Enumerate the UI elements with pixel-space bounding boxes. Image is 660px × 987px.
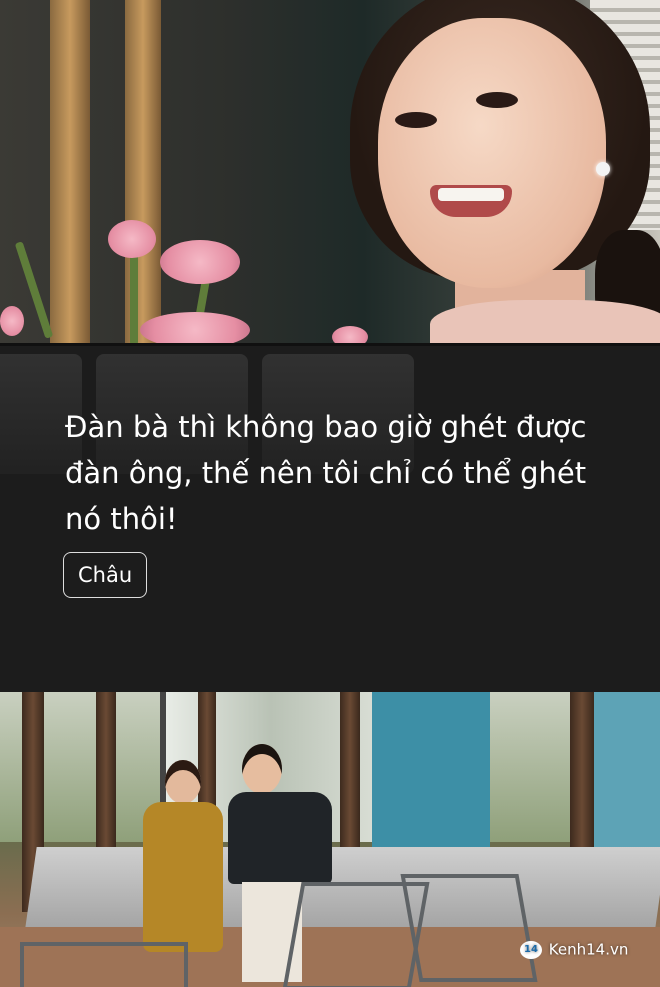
pink-flower	[140, 312, 250, 345]
eye	[395, 112, 437, 128]
site-watermark: 14 Kenh14.vn	[520, 939, 628, 960]
woman-seated	[143, 760, 223, 960]
top-photo	[0, 0, 660, 345]
pink-flower	[160, 240, 240, 284]
woman-face	[378, 18, 606, 288]
quote-card: Đàn bà thì không bao giờ ghét được đàn ô…	[0, 343, 660, 696]
chair	[400, 874, 538, 982]
earring	[596, 162, 610, 176]
speaker-tag: Châu	[63, 552, 148, 598]
blue-container	[592, 692, 660, 862]
kenh14-logo-icon: 14	[520, 940, 542, 959]
pink-flower	[108, 220, 156, 258]
wooden-pillar	[50, 0, 90, 345]
blue-container	[372, 692, 490, 860]
smile	[430, 185, 512, 217]
woman-blouse	[430, 300, 660, 345]
quote-text: Đàn bà thì không bao giờ ghét được đàn ô…	[65, 410, 587, 536]
flower-stem	[130, 250, 138, 345]
chair	[20, 942, 188, 987]
pink-flower	[0, 306, 24, 336]
watermark-text: Kenh14.vn	[548, 940, 629, 959]
eye	[476, 92, 518, 108]
